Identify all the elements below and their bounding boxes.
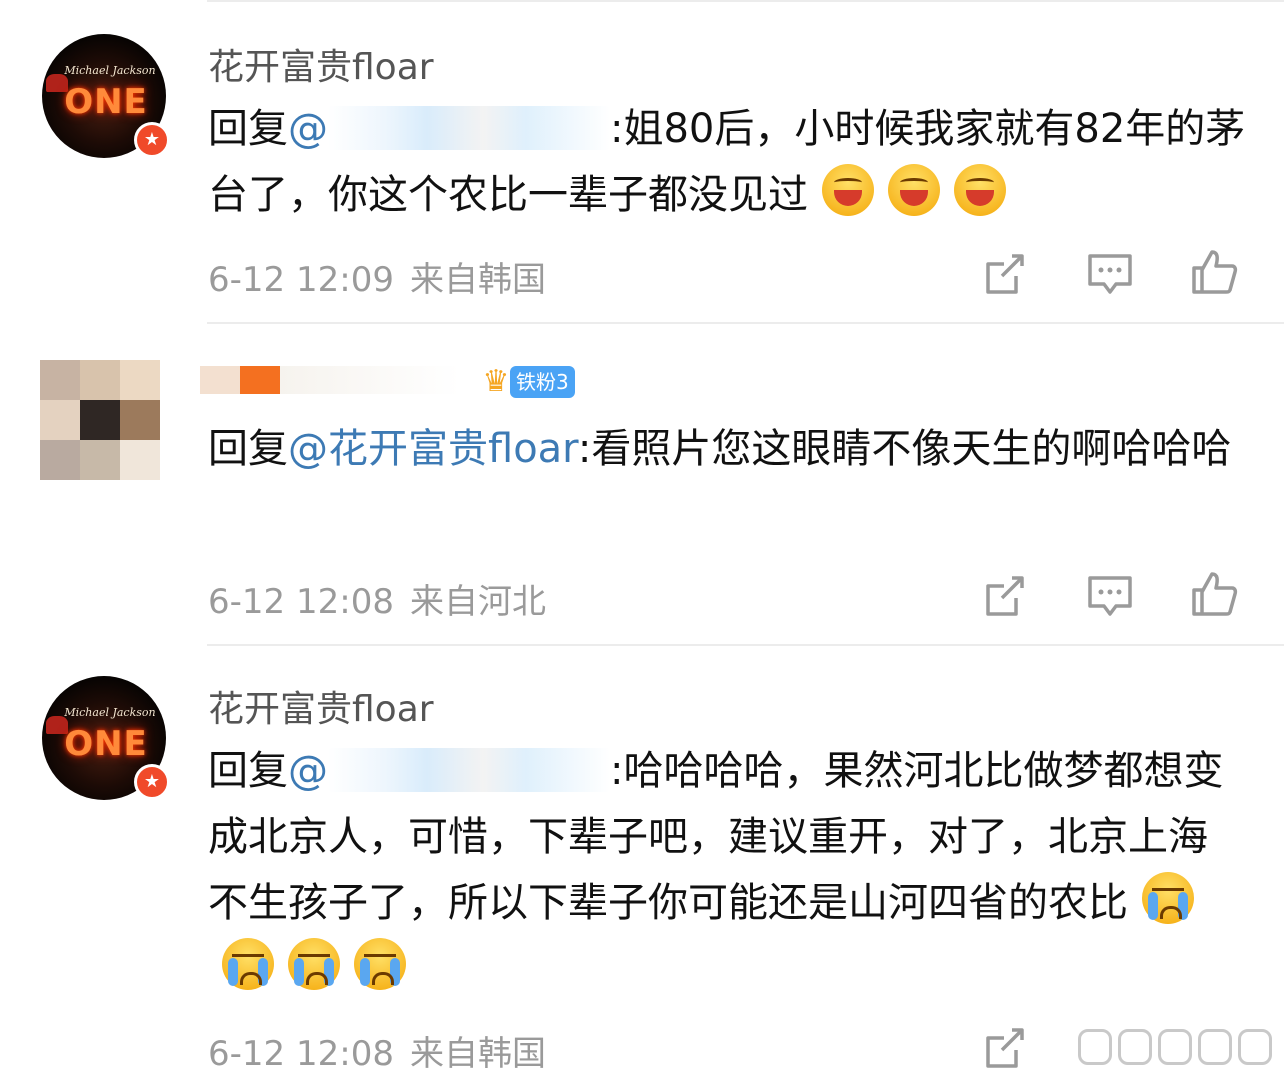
comment-meta: 6-12 12:08 来自韩国: [208, 1026, 546, 1075]
location: 来自韩国: [409, 260, 546, 300]
crying-face-icon: [1142, 872, 1194, 924]
verified-star-icon: ★: [134, 764, 170, 800]
comment-text: :看照片您这眼睛不像天生的啊哈哈哈: [577, 426, 1232, 472]
reply-prefix: 回复: [208, 426, 288, 472]
redacted-mention: [328, 106, 610, 150]
location: 来自河北: [409, 582, 546, 622]
comment-icon[interactable]: [1086, 250, 1134, 298]
avatar-logo-text: ONE: [64, 82, 148, 122]
location: 来自韩国: [409, 1034, 546, 1074]
verified-star-icon: ★: [134, 122, 170, 158]
like-icon[interactable]: [1190, 570, 1238, 618]
grinning-face-icon: [888, 164, 940, 216]
top-divider: [207, 0, 1284, 2]
avatar-script-text: Michael Jackson: [64, 706, 156, 719]
redacted-mention: [328, 748, 610, 792]
comment-icon[interactable]: [1086, 572, 1134, 620]
avatar[interactable]: Michael Jackson ONE ★: [42, 676, 170, 800]
comment-body: 回复@:姐80后，小时候我家就有82年的茅台了，你这个农比一辈子都没见过: [208, 96, 1248, 228]
comment-body: 回复@花开富贵floar:看照片您这眼睛不像天生的啊哈哈哈: [208, 416, 1248, 482]
divider: [207, 644, 1284, 646]
grinning-face-icon: [822, 164, 874, 216]
crying-face-icon: [222, 938, 274, 990]
username-redacted[interactable]: [200, 360, 460, 400]
avatar-script-text: Michael Jackson: [64, 64, 156, 77]
fan-badge: ♛ 铁粉3: [476, 362, 575, 402]
mention-link[interactable]: @花开富贵floar: [288, 426, 578, 472]
mention-link[interactable]: @: [288, 106, 328, 152]
fan-badge-label: 铁粉3: [510, 366, 575, 398]
reply-prefix: 回复: [208, 748, 288, 794]
crying-face-icon: [288, 938, 340, 990]
comment-meta: 6-12 12:08 来自河北: [208, 574, 546, 623]
avatar[interactable]: Michael Jackson ONE ★: [42, 34, 170, 158]
watermark: [1078, 1024, 1278, 1070]
timestamp: 6-12 12:09: [208, 260, 394, 300]
avatar-logo-text: ONE: [64, 724, 148, 764]
avatar-pixelated[interactable]: [40, 360, 160, 480]
comment-body: 回复@:哈哈哈哈，果然河北比做梦都想变成北京人，可惜，下辈子吧，建议重开，对了，…: [208, 738, 1238, 1002]
timestamp: 6-12 12:08: [208, 582, 394, 622]
crying-face-icon: [354, 938, 406, 990]
username[interactable]: 花开富贵floar: [208, 38, 434, 90]
mention-link[interactable]: @: [288, 748, 328, 794]
comment-meta: 6-12 12:09 来自韩国: [208, 252, 546, 301]
grinning-face-icon: [954, 164, 1006, 216]
reply-prefix: 回复: [208, 106, 288, 152]
divider: [207, 322, 1284, 324]
timestamp: 6-12 12:08: [208, 1034, 394, 1074]
username[interactable]: 花开富贵floar: [208, 680, 434, 732]
share-icon[interactable]: [982, 250, 1030, 298]
like-icon[interactable]: [1190, 248, 1238, 296]
share-icon[interactable]: [982, 572, 1030, 620]
share-icon[interactable]: [982, 1024, 1030, 1072]
